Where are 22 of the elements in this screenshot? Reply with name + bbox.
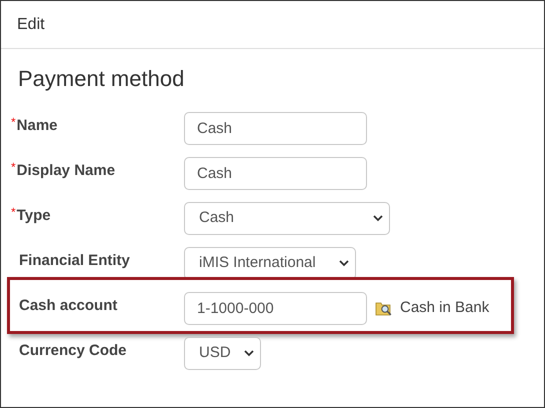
text-field[interactable]: Cash <box>184 157 367 190</box>
field-label: Type <box>16 206 51 226</box>
chevron-down-icon <box>244 350 254 357</box>
dialog-title: Edit <box>17 14 45 34</box>
select-field[interactable]: Cash <box>184 202 390 235</box>
account-name: Cash in Bank <box>400 298 490 318</box>
field-label: Name <box>16 116 58 136</box>
text-field[interactable]: Cash <box>184 112 367 145</box>
required-asterisk: * <box>11 160 16 174</box>
chevron-down-icon <box>339 260 349 267</box>
select-field[interactable]: iMIS International <box>184 247 356 280</box>
field-label: Currency Code <box>19 341 127 361</box>
required-asterisk: * <box>11 205 16 219</box>
text-field[interactable]: 1-1000-000 <box>184 292 367 325</box>
field-label: Financial Entity <box>19 251 130 271</box>
folder-search-icon[interactable] <box>375 301 392 316</box>
required-asterisk: * <box>11 115 16 129</box>
select-field[interactable]: USD <box>184 337 261 370</box>
field-label: Display Name <box>16 161 116 181</box>
field-label: Cash account <box>19 296 118 316</box>
chevron-down-icon <box>373 215 383 222</box>
section-title: Payment method <box>18 65 184 93</box>
